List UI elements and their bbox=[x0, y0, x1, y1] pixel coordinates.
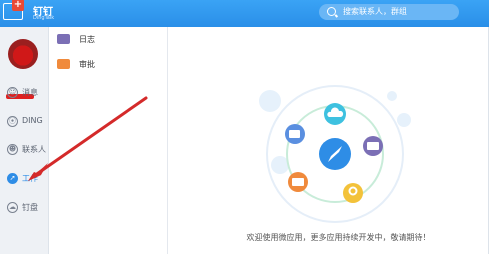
ding-icon: ⦿ bbox=[7, 116, 18, 127]
search-input[interactable]: 搜索联系人，群组 bbox=[319, 4, 459, 20]
decor-bubble bbox=[387, 91, 397, 101]
location-app-icon bbox=[343, 183, 363, 203]
sidebar-item-cloud-drive[interactable]: ☁ 钉盘 bbox=[0, 198, 48, 218]
decor-bubble bbox=[259, 90, 281, 112]
message-icon: ☺ bbox=[7, 87, 18, 98]
micro-app-illustration bbox=[259, 85, 411, 223]
plus-badge-icon[interactable]: + bbox=[12, 0, 24, 11]
sidebar-item-label: 消息 bbox=[22, 88, 38, 97]
app-item-log[interactable]: 日志 bbox=[49, 29, 167, 51]
welcome-caption: 欢迎使用微应用，更多应用持续开发中，敬请期待！ bbox=[246, 233, 431, 242]
log-glyph bbox=[367, 142, 379, 150]
app-item-label: 审批 bbox=[79, 60, 95, 69]
title-bar: + 钉钉 DingTalk 搜索联系人，群组 bbox=[0, 0, 489, 27]
sidebar-item-label: 联系人 bbox=[22, 145, 46, 154]
micro-app-list: 日志 审批 bbox=[49, 27, 168, 254]
sidebar-item-label: 工作 bbox=[22, 174, 38, 183]
app-item-approval[interactable]: 审批 bbox=[49, 54, 167, 76]
sidebar-item-messages[interactable]: ☺ 消息 bbox=[0, 83, 48, 103]
decor-bubble bbox=[397, 113, 411, 127]
main-content: 欢迎使用微应用，更多应用持续开发中，敬请期待！ bbox=[168, 27, 489, 254]
sidebar-item-label: 钉盘 bbox=[22, 203, 38, 212]
sidebar-item-contacts[interactable]: ☻ 联系人 bbox=[0, 140, 48, 160]
contacts-icon: ☻ bbox=[7, 144, 18, 155]
cloud-drive-icon: ☁ bbox=[7, 202, 18, 213]
approval-icon bbox=[57, 59, 70, 69]
app-subtitle: DingTalk bbox=[33, 15, 55, 21]
avatar[interactable] bbox=[8, 39, 38, 69]
work-compass-icon: ➚ bbox=[7, 173, 18, 184]
search-icon bbox=[327, 7, 336, 16]
sidebar-item-work[interactable]: ➚ 工作 bbox=[0, 169, 48, 189]
sidebar-item-label: DING bbox=[22, 116, 43, 125]
approval-glyph bbox=[292, 178, 304, 186]
log-icon bbox=[57, 34, 70, 44]
search-placeholder: 搜索联系人，群组 bbox=[343, 7, 407, 16]
sidebar-item-ding[interactable]: ⦿ DING bbox=[0, 112, 48, 132]
app-item-label: 日志 bbox=[79, 35, 95, 44]
phone-glyph bbox=[289, 130, 300, 138]
sidebar: ☺ 消息 ⦿ DING ☻ 联系人 ➚ 工作 ☁ 钉盘 bbox=[0, 27, 49, 254]
